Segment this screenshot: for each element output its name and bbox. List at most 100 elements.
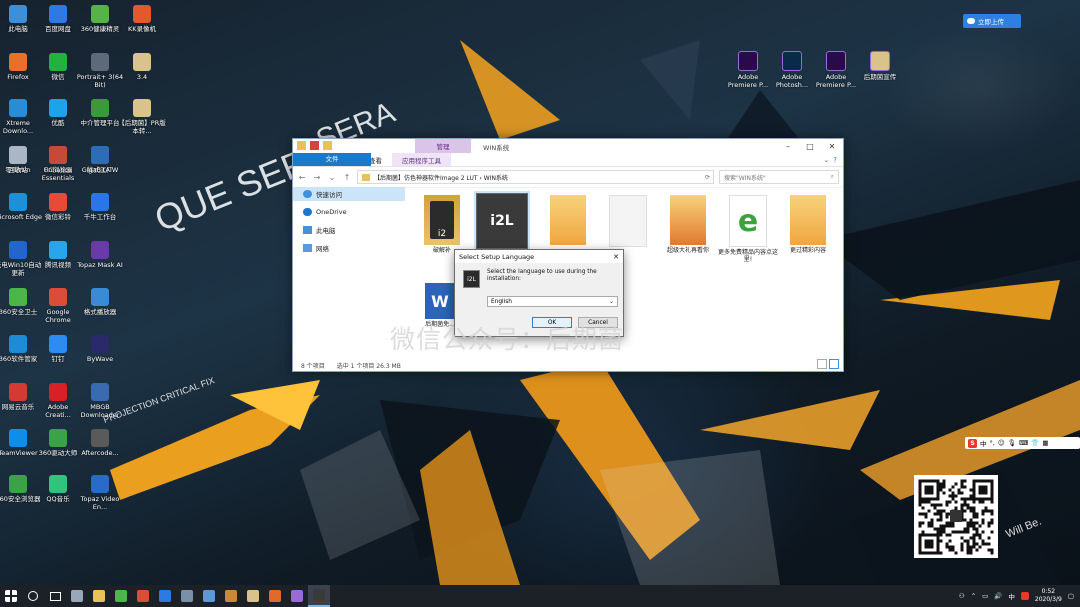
desktop-icon[interactable]: Topaz Mask AI	[77, 238, 123, 284]
taskbar-app[interactable]	[44, 585, 66, 607]
desktop-icon[interactable]: Aftercode...	[78, 426, 122, 472]
help-icon[interactable]: ?	[833, 156, 843, 164]
notification-icon[interactable]: ▢	[1068, 592, 1074, 600]
forward-arrow-icon[interactable]: →	[312, 173, 322, 182]
desktop-icon[interactable]: 360健康精灵	[78, 2, 122, 48]
back-arrow-icon[interactable]: ←	[297, 173, 307, 182]
new-folder-icon[interactable]	[323, 141, 332, 150]
desktop-icon[interactable]: QQ音乐	[36, 472, 80, 518]
close-icon[interactable]: ✕	[821, 139, 843, 153]
address-bar[interactable]: 【后期菌】仿色神器软件Image 2 LUT › WIN系统 ⟳	[357, 170, 714, 184]
details-view-icon[interactable]	[817, 359, 827, 369]
file-item[interactable]: e 更多免费精品内容点这里!	[718, 195, 778, 263]
desktop-icon[interactable]: Google Chrome	[36, 285, 80, 331]
desktop-icon[interactable]: GigaBitAIW	[78, 143, 122, 189]
large-icons-view-icon[interactable]	[829, 359, 839, 369]
chevron-down-icon[interactable]: ⌄	[823, 156, 833, 164]
network-icon[interactable]: ▭	[982, 592, 988, 600]
desktop-icon[interactable]: ByWave	[78, 332, 122, 378]
file-item[interactable]	[539, 195, 597, 247]
file-item[interactable]: i2 破解补	[413, 195, 471, 254]
taskbar-app[interactable]	[220, 585, 242, 607]
manage-context-tab[interactable]: 管理	[415, 139, 471, 153]
desktop-icon[interactable]: 千牛工作台	[78, 190, 122, 236]
desktop-icon[interactable]: 3.4	[120, 50, 164, 96]
file-item[interactable]	[599, 195, 657, 249]
sogou-icon[interactable]: S	[968, 438, 977, 448]
dialog-titlebar[interactable]: Select Setup Language ✕	[455, 250, 623, 263]
taskbar-app[interactable]	[198, 585, 220, 607]
file-item[interactable]: 更过精彩内容	[779, 195, 837, 254]
ime-indicator[interactable]: 中	[1008, 591, 1015, 601]
minimize-icon[interactable]: –	[777, 139, 799, 153]
recent-chevron-icon[interactable]: ⌄	[327, 173, 337, 182]
cloud-upload-button[interactable]: 立即上传	[963, 14, 1021, 28]
taskbar-app[interactable]	[242, 585, 264, 607]
desktop-icon[interactable]: Portrait+ 3(64 Bit)	[77, 50, 123, 96]
keyboard-icon[interactable]: ⌨	[1019, 439, 1028, 447]
tab-application-tools[interactable]: 应用程序工具	[392, 153, 451, 166]
breadcrumb[interactable]: 【后期菌】仿色神器软件Image 2 LUT › WIN系统	[374, 173, 508, 182]
desktop-icon[interactable]: KK录像机	[120, 2, 164, 48]
nav-item-network[interactable]: 网络	[293, 241, 405, 255]
volume-icon[interactable]: 🔊	[994, 592, 1002, 600]
taskbar-app[interactable]	[132, 585, 154, 607]
desktop-icon[interactable]: 360驱动大师	[36, 426, 80, 472]
chevron-down-icon[interactable]: ⌄	[609, 299, 614, 305]
desktop-icon[interactable]: 钉钉	[36, 332, 80, 378]
desktop-icon[interactable]: Adobe Creati...	[36, 380, 80, 426]
search-icon[interactable]: ⌕	[831, 173, 834, 181]
punctuation-icon[interactable]: °,	[990, 439, 995, 447]
people-icon[interactable]: ⚇	[959, 592, 965, 600]
search-input[interactable]: 搜索"WIN系统" ⌕	[719, 170, 839, 184]
maximize-icon[interactable]: □	[799, 139, 821, 153]
tab-file[interactable]: 文件	[293, 153, 371, 166]
ime-toolbar[interactable]: S 中 °, ☺ 🎙 ⌨ 👕 ▦	[965, 437, 1080, 449]
language-select[interactable]: English ⌄	[487, 296, 618, 307]
desktop-icon[interactable]: 格式播放器	[78, 285, 122, 331]
taskbar-app[interactable]	[176, 585, 198, 607]
emoji-icon[interactable]: ☺	[998, 439, 1005, 447]
nav-item-quick-access[interactable]: 快速访问	[293, 187, 405, 201]
grid-icon[interactable]: ▦	[1042, 439, 1048, 447]
sogou-icon[interactable]	[1020, 592, 1029, 600]
taskbar-app[interactable]	[0, 585, 22, 607]
taskbar-app[interactable]	[286, 585, 308, 607]
properties-icon[interactable]	[310, 141, 319, 150]
taskbar-app[interactable]	[308, 585, 330, 607]
skin-icon[interactable]: 👕	[1031, 439, 1039, 447]
desktop-icon[interactable]: 腾讯视频	[36, 238, 80, 284]
desktop-icon[interactable]: MBGB Downloader	[78, 380, 122, 426]
clock[interactable]: 0:52 2020/3/9	[1035, 588, 1062, 604]
file-item-selected[interactable]: i2L	[473, 191, 531, 251]
desktop-icon[interactable]: 微信	[36, 50, 80, 96]
ime-mode[interactable]: 中	[980, 438, 987, 448]
nav-item-onedrive[interactable]: OneDrive	[293, 205, 405, 219]
up-arrow-icon[interactable]: ↑	[342, 173, 352, 182]
show-hidden-icon[interactable]: ⌃	[971, 592, 976, 600]
file-item[interactable]: 超级大礼再看你	[659, 195, 717, 254]
nav-item-this-pc[interactable]: 此电脑	[293, 223, 405, 237]
taskbar-app[interactable]	[154, 585, 176, 607]
desktop-icon[interactable]: 优酷	[36, 96, 80, 142]
explorer-titlebar[interactable]: 管理 WIN系统 – □ ✕	[293, 139, 843, 153]
taskbar-app[interactable]	[110, 585, 132, 607]
desktop-icon[interactable]: 微信彩铃	[36, 190, 80, 236]
desktop-icon[interactable]: 中介管理平台	[78, 96, 122, 142]
close-icon[interactable]: ✕	[609, 253, 623, 261]
desktop-icon[interactable]: Adobe Premiere P...	[726, 48, 770, 94]
taskbar-app[interactable]	[66, 585, 88, 607]
desktop-icon[interactable]: 【后期菌】PR版本转...	[118, 96, 166, 142]
taskbar-app[interactable]	[22, 585, 44, 607]
taskbar-app[interactable]	[88, 585, 110, 607]
microphone-icon[interactable]: 🎙	[1008, 439, 1016, 447]
desktop-icon[interactable]: Adobe Premiere P...	[814, 48, 858, 94]
desktop-icon[interactable]: Enhance Essentials	[36, 143, 80, 189]
folder-icon[interactable]	[297, 141, 306, 150]
desktop-icon[interactable]: Adobe Photosh...	[770, 48, 814, 94]
refresh-icon[interactable]: ⟳	[705, 174, 713, 181]
quick-access-toolbar[interactable]	[297, 141, 332, 150]
taskbar-app[interactable]	[264, 585, 286, 607]
desktop-icon[interactable]: 后期菌宣传	[858, 48, 902, 94]
desktop-icon[interactable]: 百度网盘	[36, 2, 80, 48]
